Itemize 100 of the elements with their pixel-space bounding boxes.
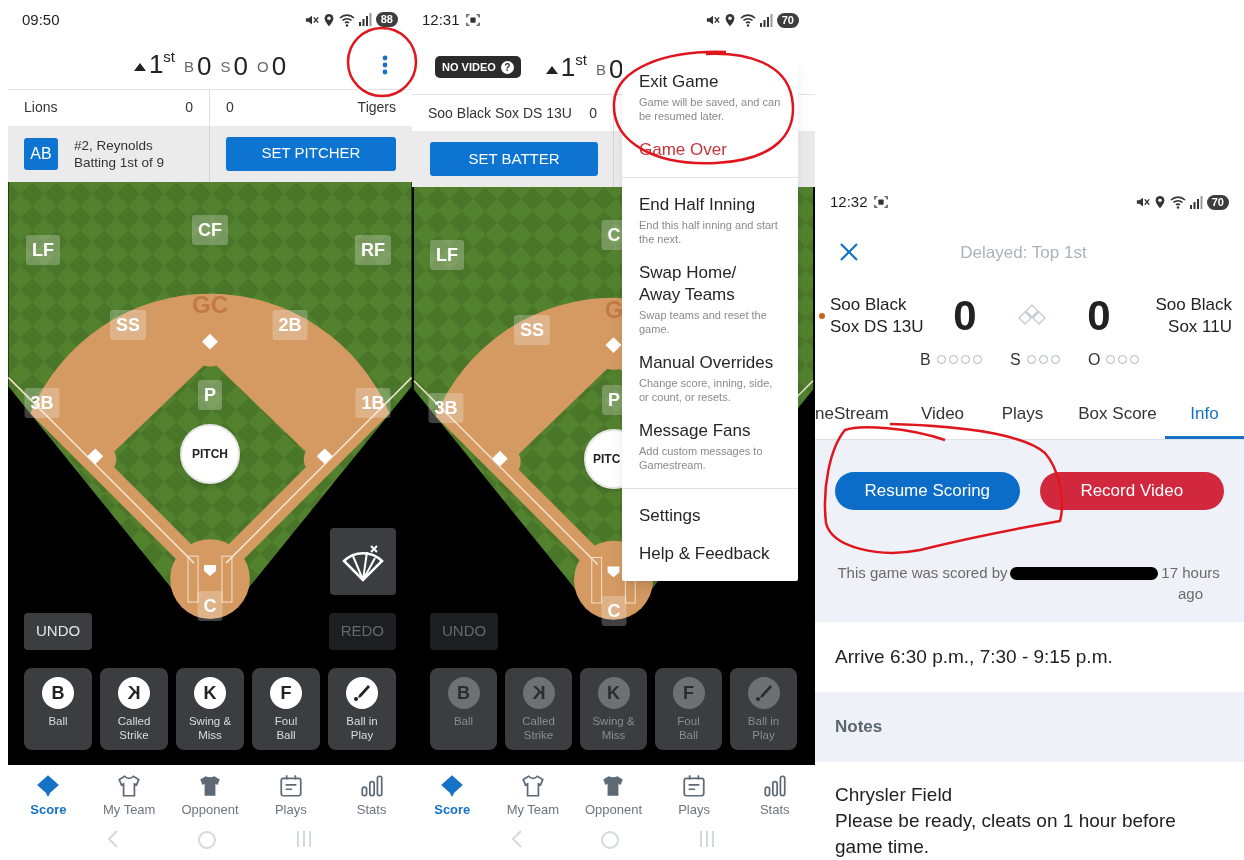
nav-tab[interactable]: My Team (88, 765, 170, 831)
pitch-symbol: K (194, 677, 226, 710)
count-value: 0 (271, 52, 287, 81)
clock-time: 12:32 (830, 192, 868, 213)
pitch-symbol: B (447, 677, 480, 709)
fielder-position-label[interactable]: P (198, 379, 222, 410)
fielder-position-label[interactable]: RF (355, 234, 391, 265)
section-heading: Notes (835, 716, 883, 739)
menu-item[interactable]: Exit Game Game will be saved, and can be resumed later. (622, 65, 798, 129)
signal-icon (759, 13, 773, 27)
bat-icon (747, 677, 780, 709)
batting-order: Batting 1st of 9 (74, 153, 165, 171)
pitch-type-button[interactable]: B Ball (24, 668, 92, 751)
nav-tab[interactable]: Opponent (573, 765, 654, 830)
credit-text: This game was scored by (837, 563, 1008, 581)
fielder-position-label[interactable]: LF (430, 240, 464, 270)
team-name: Lions (24, 98, 58, 118)
team-name: Soo Black Sox DS 13U (428, 103, 572, 123)
tab[interactable]: Plays (975, 391, 1070, 439)
help-icon[interactable]: ? (500, 60, 514, 74)
menu-item[interactable]: Settings (622, 499, 798, 533)
team-name: Soo Black Sox DS 13U (830, 293, 925, 338)
count-label: B (595, 59, 606, 80)
pitch-type-button[interactable]: K Called Strike (100, 668, 168, 751)
battery-indicator: 70 (776, 12, 799, 28)
jersey-outline-icon (519, 773, 546, 799)
pitch-type-button[interactable]: Ball in Play (328, 668, 396, 751)
schedule-text: Arrive 6:30 p.m., 7:30 - 9:15 p.m. (835, 644, 1113, 669)
pitch-symbol: F (672, 677, 705, 709)
pitch-symbol: K (118, 677, 150, 710)
tab[interactable]: neStream (815, 391, 910, 439)
fielder-position-label[interactable]: CF (192, 214, 228, 245)
count-label: S (220, 56, 231, 77)
count-value: 0 (608, 55, 624, 83)
inning-top-icon (545, 66, 558, 74)
set-player-button[interactable]: SET BATTER (430, 142, 598, 176)
bar-chart-icon (761, 773, 788, 799)
clock-time: 12:31 (422, 9, 460, 30)
count-label: O (257, 56, 269, 77)
set-player-button[interactable]: SET PITCHER (226, 136, 396, 171)
team-name: Soo Black Sox 11U (1154, 293, 1232, 338)
note-text: Chrysler Field (835, 783, 954, 807)
calendar-list-icon (681, 773, 708, 799)
home-icon[interactable] (600, 830, 621, 850)
tab[interactable]: Box Score (1070, 391, 1165, 439)
team-name: Tigers (357, 98, 396, 118)
battery-indicator: 88 (375, 12, 398, 28)
inning-top-icon (133, 63, 146, 72)
nav-tab[interactable]: Plays (250, 765, 332, 831)
credit-time: 17 hours ago (1160, 562, 1221, 604)
mute-icon (705, 13, 720, 27)
count-label: S (1010, 349, 1021, 370)
nav-tab[interactable]: My Team (492, 765, 574, 830)
game-status: Delayed: Top 1st (960, 241, 1087, 264)
nav-tab[interactable]: Score (412, 765, 493, 830)
pitch-symbol: B (42, 677, 74, 710)
action-button[interactable]: Resume Scoring (835, 471, 1020, 510)
pitch-symbol: K (522, 677, 555, 709)
signal-icon (1189, 195, 1203, 209)
spray-chart-button[interactable] (330, 528, 396, 596)
menu-item[interactable]: Swap Home/ Away Teams Swap teams and reset the game. (622, 256, 798, 342)
nav-tab[interactable]: Stats (331, 765, 412, 831)
team-score: 0 (226, 98, 234, 118)
badge-label: NO VIDEO (442, 59, 496, 75)
video-status-badge[interactable]: NO VIDEO ? (435, 55, 521, 79)
location-icon (1153, 195, 1166, 210)
back-icon[interactable] (510, 830, 523, 848)
close-icon[interactable] (840, 242, 858, 261)
inning-number: 1$^{st}$ (560, 51, 587, 83)
nav-tab[interactable]: Plays (653, 765, 735, 830)
nav-tab[interactable]: Score (8, 765, 89, 831)
team-score: 0 (952, 291, 978, 342)
team-score: 0 (1086, 291, 1112, 342)
recent-apps-icon[interactable] (295, 830, 313, 849)
battery-indicator: 70 (1206, 194, 1229, 210)
fielder-position-label[interactable]: LF (26, 234, 60, 265)
inning-number: 1$^{st}$ (148, 48, 175, 81)
action-button[interactable]: Record Video (1039, 471, 1224, 510)
count-value: 0 (197, 52, 212, 81)
at-bat-badge: AB (24, 137, 58, 170)
calendar-list-icon (277, 773, 304, 800)
count-label: O (1088, 349, 1101, 370)
recent-apps-icon[interactable] (698, 830, 717, 848)
nav-tab[interactable]: Stats (734, 765, 815, 830)
count-label: B (920, 349, 931, 370)
pitch-symbol: F (270, 677, 302, 710)
pitch-type-button[interactable]: F Foul Ball (252, 668, 320, 751)
tab[interactable]: Video (910, 391, 975, 439)
pitch-type-button[interactable]: K Swing & Miss (176, 668, 244, 751)
menu-item[interactable]: Help & Feedback (622, 537, 798, 571)
menu-item[interactable]: Game Over (622, 133, 798, 167)
back-icon[interactable] (107, 830, 119, 849)
more-options-icon[interactable] (382, 54, 388, 75)
wifi-icon (1169, 195, 1186, 210)
jersey-outline-icon (116, 773, 143, 800)
clock-time: 09:50 (22, 9, 60, 30)
undo-button[interactable]: UNDO (24, 613, 93, 651)
bat-icon (346, 677, 378, 710)
nav-tab[interactable]: Opponent (169, 765, 251, 831)
home-icon[interactable] (197, 830, 217, 851)
